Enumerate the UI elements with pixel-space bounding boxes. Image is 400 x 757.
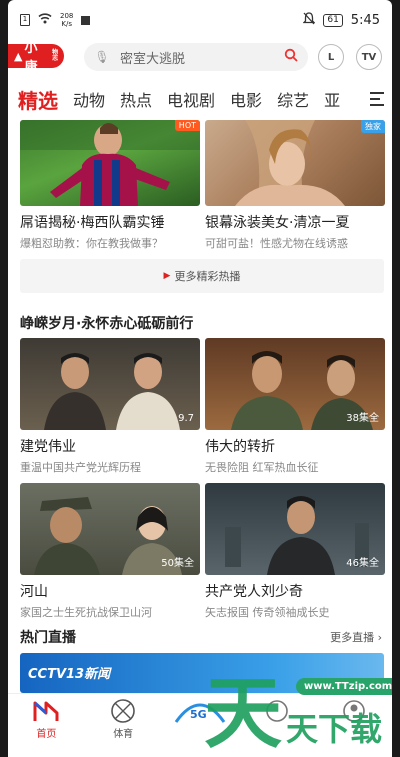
nav-discover[interactable] [247, 697, 307, 725]
live-section-title: 热门直播 [20, 630, 76, 646]
battery-indicator: 61 [323, 13, 343, 27]
chevron-right-icon: › [377, 631, 382, 644]
nav-label: 首页 [36, 729, 57, 740]
drama-card[interactable]: 50集全 河山 家国之士生死抗战保卫山河 [20, 483, 200, 620]
card-title: 屌语揭秘·梅西队霸实锤 [20, 215, 165, 231]
hot-tag: HOT [174, 120, 200, 131]
tab-movies[interactable]: 电影 [230, 87, 262, 111]
tab-tv-series[interactable]: 电视剧 [167, 87, 215, 111]
more-hot-label: 更多精彩热播 [174, 270, 241, 283]
card-subtitle: 家国之士生死抗战保卫山河 [20, 606, 152, 619]
search-placeholder: 密室大逃脱 [120, 51, 186, 67]
nav-home[interactable]: 首页 [16, 697, 76, 740]
episode-badge: 50集全 [161, 558, 194, 569]
card-title: 伟大的转折 [205, 439, 275, 455]
tab-featured[interactable]: 精选 [18, 85, 58, 114]
search-header: ▲ 小康 物志 🎙 密室大逃脱 L TV [8, 40, 392, 75]
category-tabs: 精选 动物 热点 电视剧 电影 综艺 亚 [8, 84, 392, 114]
card-title: 河山 [20, 584, 48, 600]
episode-badge: 38集全 [346, 413, 379, 424]
card-subtitle: 重温中国共产党光辉历程 [20, 461, 141, 474]
live-banner[interactable]: CCTV13新闻 [20, 653, 384, 693]
tab-partial[interactable]: 亚 [324, 87, 340, 111]
search-bar[interactable]: 🎙 密室大逃脱 [84, 43, 308, 71]
hot-card[interactable]: HOT 屌语揭秘·梅西队霸实锤 爆粗怼助教：你在教我做事？ [20, 120, 200, 251]
profile-icon [339, 697, 369, 725]
more-live-link[interactable]: 更多直播 › [330, 629, 382, 645]
5g-vip-icon: 5G [172, 697, 228, 725]
card-subtitle: 可甜可盐！性感尤物在线诱惑 [205, 237, 348, 250]
tab-variety[interactable]: 综艺 [277, 87, 309, 111]
tab-animals[interactable]: 动物 [73, 87, 105, 111]
clock: 5:45 [350, 12, 380, 28]
rating-badge: 9.7 [178, 413, 194, 424]
episode-badge: 46集全 [346, 558, 379, 569]
search-icon[interactable] [284, 48, 298, 66]
network-speed: 208 K/s [60, 12, 73, 28]
history-button[interactable]: L [318, 44, 344, 70]
live-channel-name: CCTV13新闻 [28, 667, 111, 682]
section-title: 峥嵘岁月·永怀赤心砥砺前行 [20, 316, 194, 332]
app-logo[interactable]: ▲ 小康 物志 [8, 41, 64, 75]
more-live-label: 更多直播 [330, 631, 375, 644]
drama-thumbnail: 9.7 [20, 338, 200, 430]
mute-icon [302, 11, 316, 29]
status-bar: 1 208 K/s 61 5:45 [8, 0, 392, 40]
sim-card-icon: 1 [20, 14, 30, 26]
home-icon [31, 697, 61, 725]
logo-text: 小康 [24, 41, 38, 75]
tab-hot[interactable]: 热点 [120, 87, 152, 111]
card-subtitle: 爆粗怼助教：你在教我做事？ [20, 237, 163, 250]
drama-card[interactable]: 46集全 共产党人刘少奇 矢志报国 传奇领袖成长史 [205, 483, 385, 620]
svg-text:5G: 5G [190, 708, 207, 721]
hot-thumbnail: HOT [20, 120, 200, 206]
drama-thumbnail: 38集全 [205, 338, 385, 430]
nav-5g-vip[interactable]: 5G [170, 697, 230, 725]
play-icon: ▶ [163, 271, 171, 281]
hot-card[interactable]: 独家 银幕泳装美女·清凉一夏 可甜可盐！性感尤物在线诱惑 [205, 120, 385, 251]
notification-icon [81, 15, 91, 25]
speed-unit: K/s [61, 20, 72, 28]
nav-profile[interactable] [324, 697, 384, 725]
bottom-navigation: 首页 体育 5G [8, 693, 392, 757]
nav-sports[interactable]: 体育 [93, 697, 153, 740]
card-title: 共产党人刘少奇 [205, 584, 303, 600]
exclusive-tag: 独家 [361, 120, 385, 133]
app-screen: 1 208 K/s 61 5:45 ▲ 小康 物志 🎙 密室大逃脱 L TV 精… [8, 0, 392, 757]
drama-card[interactable]: 9.7 建党伟业 重温中国共产党光辉历程 [20, 338, 200, 475]
hot-thumbnail: 独家 [205, 120, 385, 206]
card-subtitle: 矢志报国 传奇领袖成长史 [205, 606, 330, 619]
discover-icon [262, 697, 292, 725]
more-hot-button[interactable]: ▶ 更多精彩热播 [20, 259, 384, 293]
card-title: 银幕泳装美女·清凉一夏 [205, 215, 350, 231]
sports-ball-icon [108, 697, 138, 725]
speed-value: 208 [60, 12, 74, 20]
logo-icon: ▲ [14, 49, 23, 63]
tabs-menu-icon[interactable] [364, 84, 392, 114]
wifi-icon [38, 13, 52, 27]
tv-cast-button[interactable]: TV [356, 44, 382, 70]
microphone-icon[interactable]: 🎙 [94, 50, 110, 64]
drama-thumbnail: 46集全 [205, 483, 385, 575]
drama-thumbnail: 50集全 [20, 483, 200, 575]
card-subtitle: 无畏险阻 红军热血长征 [205, 461, 319, 474]
card-title: 建党伟业 [20, 439, 76, 455]
drama-card[interactable]: 38集全 伟大的转折 无畏险阻 红军热血长征 [205, 338, 385, 475]
nav-label: 体育 [113, 729, 134, 740]
logo-subtext: 物志 [52, 49, 59, 62]
